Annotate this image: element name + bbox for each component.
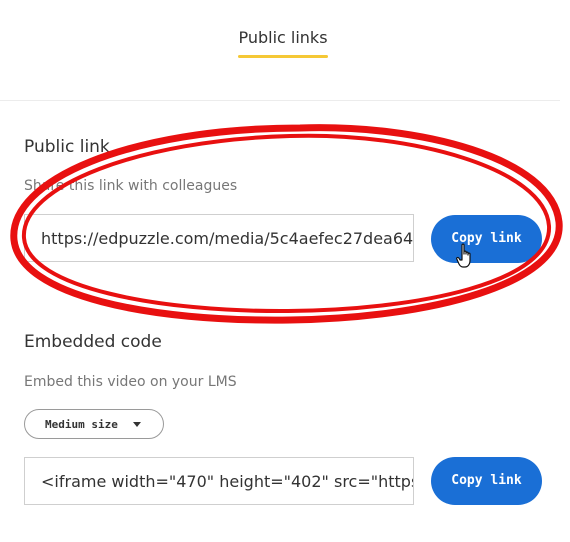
size-select[interactable]: Medium size — [24, 409, 164, 439]
copy-embed-code-button[interactable]: Copy link — [431, 457, 542, 505]
embed-code-field[interactable]: <iframe width="470" height="402" src="ht… — [24, 457, 414, 505]
embedded-code-title: Embedded code — [24, 332, 162, 352]
chevron-down-icon — [133, 422, 141, 427]
embedded-code-subtitle: Embed this video on your LMS — [24, 374, 237, 390]
embed-code-text: <iframe width="470" height="402" src="ht… — [41, 472, 414, 491]
active-tab-indicator — [238, 55, 328, 58]
public-link-subtitle: Share this link with colleagues — [24, 178, 238, 194]
tab-bar: Public links — [0, 0, 560, 101]
copy-public-link-button[interactable]: Copy link — [431, 215, 542, 263]
public-link-field[interactable]: https://edpuzzle.com/media/5c4aefec27dea… — [24, 214, 414, 262]
public-link-title: Public link — [24, 137, 110, 157]
size-select-value: Medium size — [45, 418, 118, 431]
public-link-url: https://edpuzzle.com/media/5c4aefec27dea… — [41, 229, 414, 248]
